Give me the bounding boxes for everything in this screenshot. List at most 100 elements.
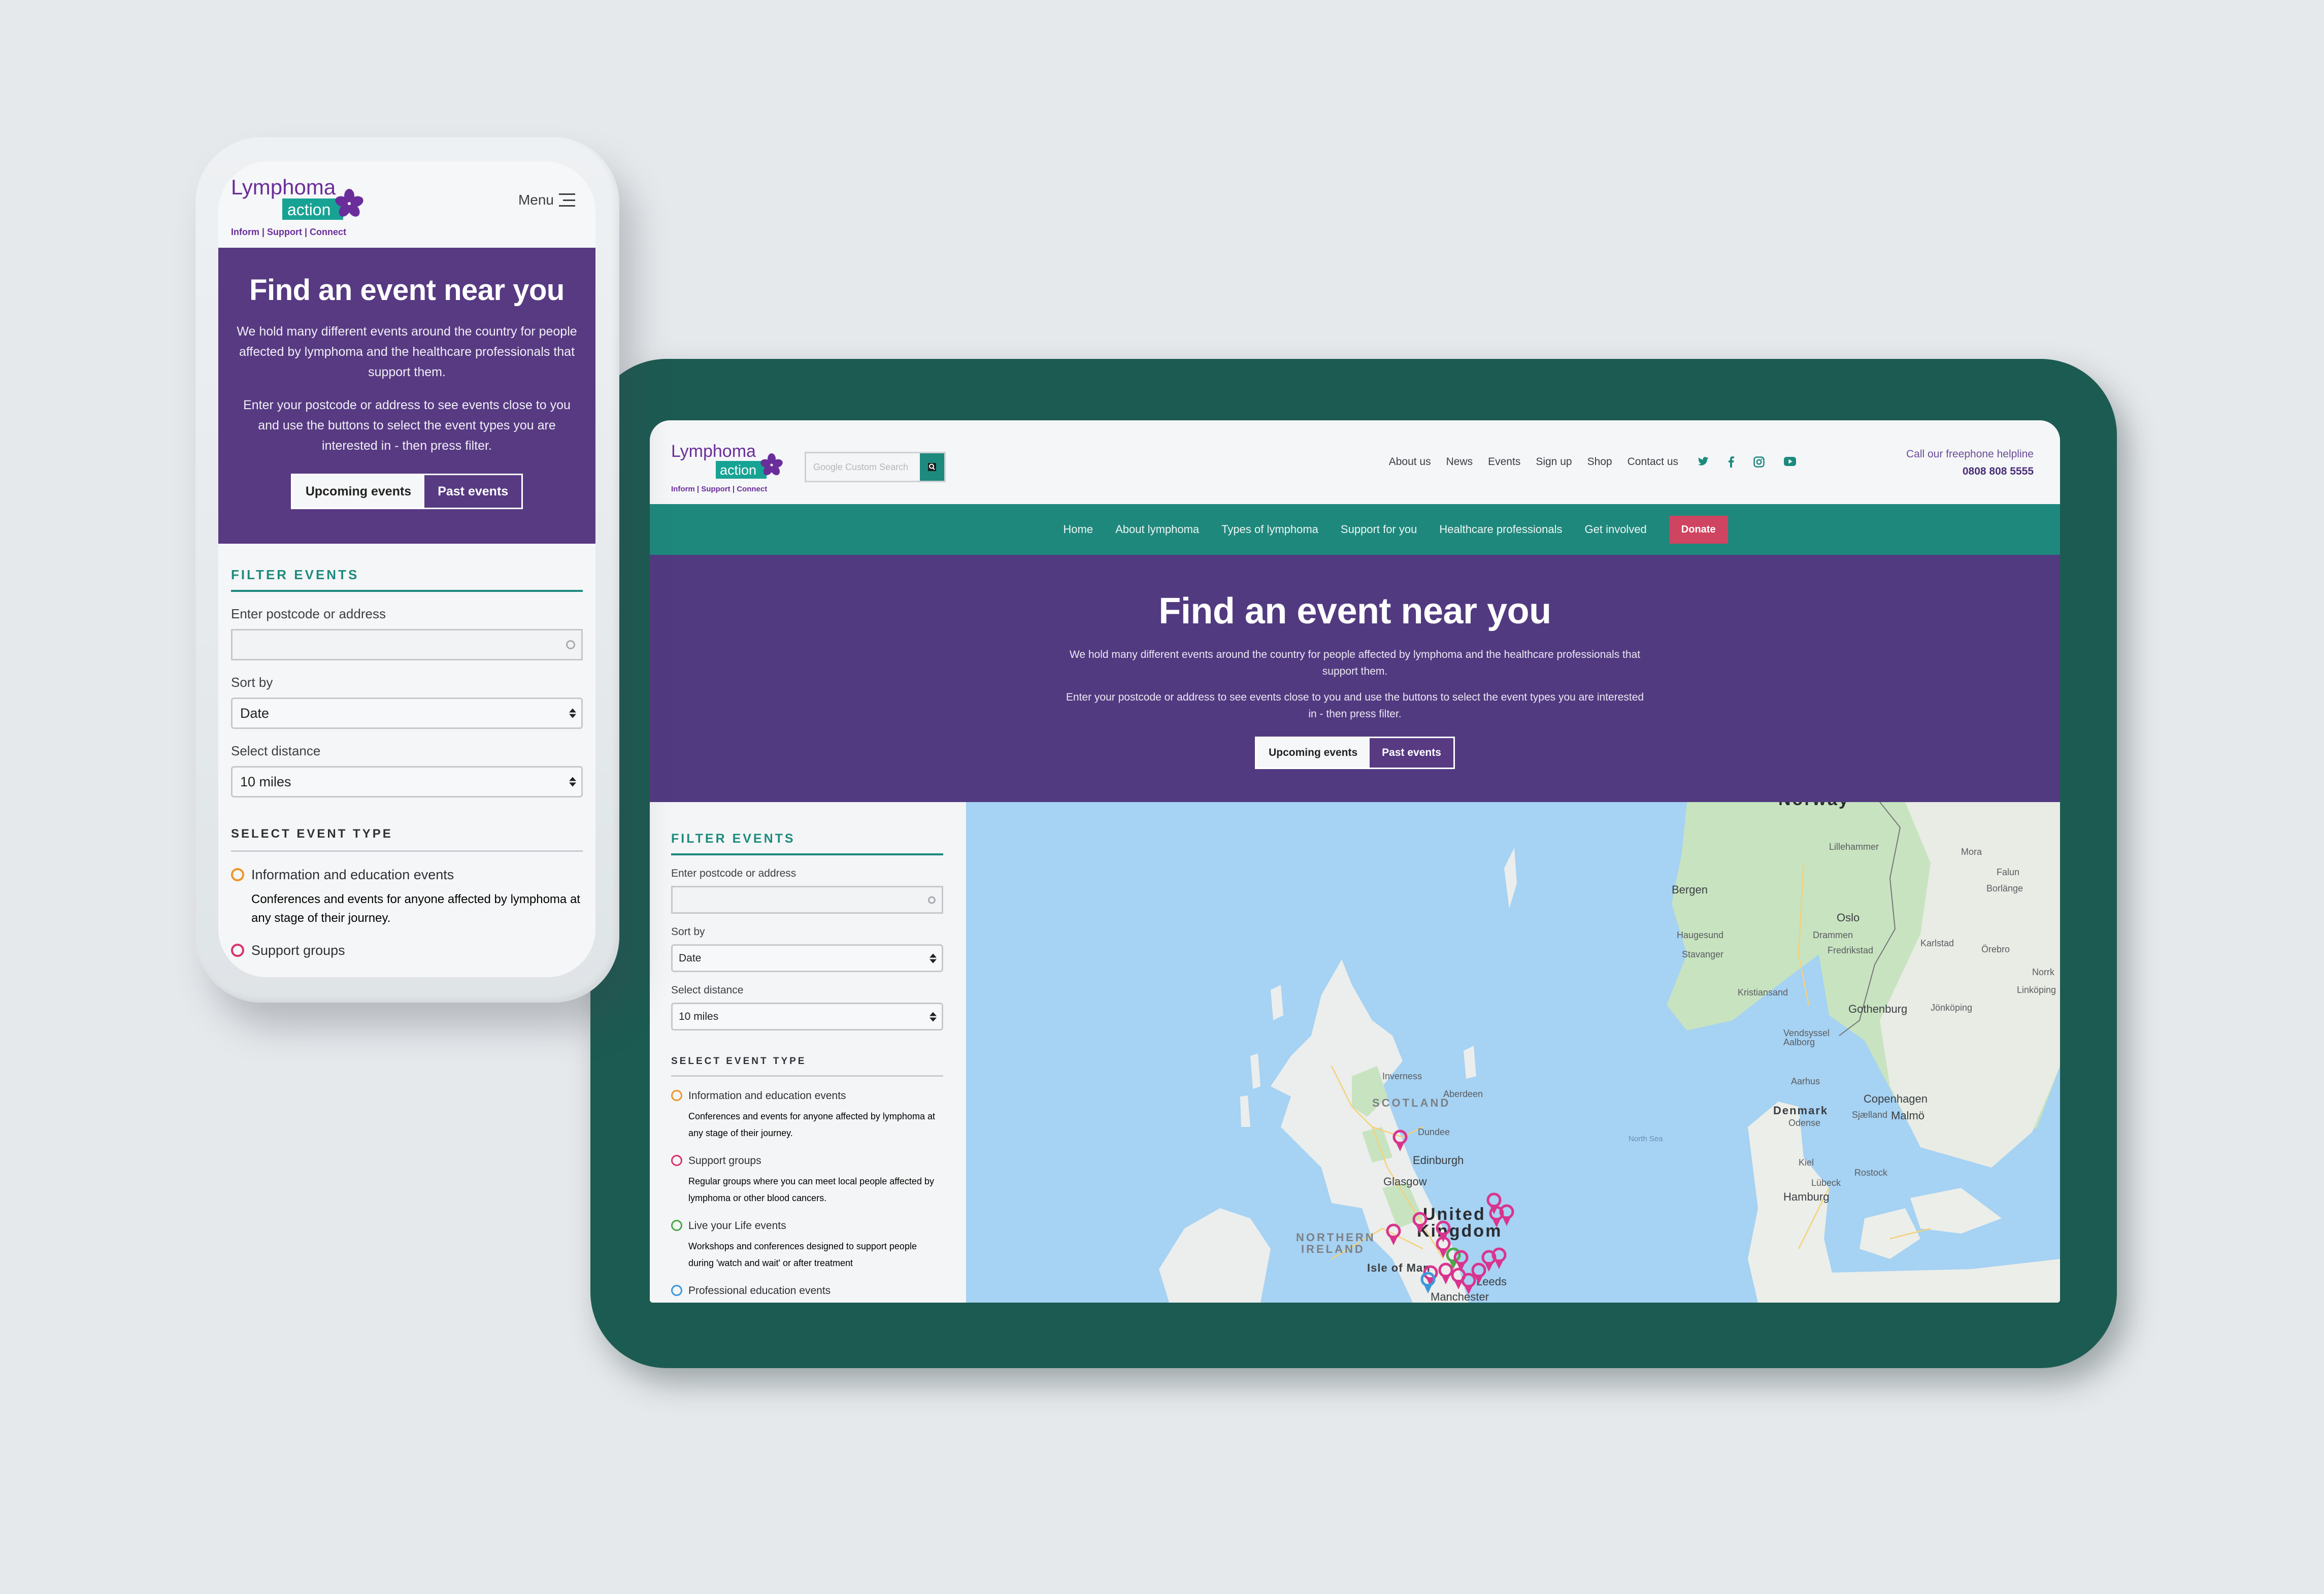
mobile-device-frame: Lymphoma action Inform | Support | Conne… — [195, 137, 619, 1003]
distance-value: 10 miles — [679, 1010, 719, 1022]
past-events-button[interactable]: Past events — [424, 475, 522, 508]
search-button[interactable] — [920, 453, 944, 481]
upcoming-events-button[interactable]: Upcoming events — [1256, 738, 1370, 768]
radio-icon[interactable] — [671, 1285, 682, 1296]
youtube-icon[interactable] — [1784, 456, 1796, 467]
map-pin-support[interactable] — [1459, 1272, 1478, 1296]
map-label-edinburgh: Edinburgh — [1413, 1154, 1464, 1167]
map-pin-professional[interactable] — [1419, 1271, 1437, 1294]
event-type-option[interactable]: Information and education events Confere… — [671, 1090, 943, 1142]
nav-support-for-you[interactable]: Support for you — [1341, 523, 1417, 536]
radio-icon[interactable] — [671, 1220, 682, 1231]
logo[interactable]: Lymphoma action Inform | Support | Conne… — [670, 441, 792, 499]
upcoming-events-button[interactable]: Upcoming events — [292, 475, 425, 508]
postcode-label: Enter postcode or address — [231, 606, 386, 621]
nav-types-of-lymphoma[interactable]: Types of lymphoma — [1221, 523, 1318, 536]
mobile-hero: Find an event near you We hold many diff… — [218, 248, 595, 544]
page-title: Find an event near you — [1158, 591, 1551, 632]
menu-button[interactable]: Menu — [518, 192, 575, 208]
mobile-header: Lymphoma action Inform | Support | Conne… — [218, 161, 595, 248]
utility-link-sign-up[interactable]: Sign up — [1536, 456, 1572, 468]
map-label-dundee: Dundee — [1418, 1127, 1450, 1137]
event-type-option[interactable]: Live your Life events Workshops and conf… — [671, 1220, 943, 1272]
map-label-haugesund: Haugesund — [1677, 930, 1724, 940]
map-land-shetland — [1464, 848, 1517, 1079]
map-label-stavanger: Stavanger — [1682, 949, 1724, 959]
event-type-name: Live your Life events — [688, 1220, 786, 1232]
event-type-desc: Conferences and events for anyone affect… — [251, 892, 580, 925]
nav-home[interactable]: Home — [1063, 523, 1093, 536]
map-label-karlstad: Karlstad — [1920, 938, 1954, 948]
map-label-bergen: Bergen — [1672, 883, 1708, 896]
sort-select[interactable]: Date — [231, 698, 583, 729]
utility-link-shop[interactable]: Shop — [1587, 456, 1612, 468]
map-pin-support[interactable] — [1490, 1247, 1508, 1270]
map-pin-support[interactable] — [1391, 1129, 1409, 1152]
twitter-icon[interactable] — [1698, 456, 1709, 467]
event-time-toggle: Upcoming events Past events — [1255, 737, 1455, 769]
event-type-name: Support groups — [251, 943, 345, 958]
sort-select[interactable]: Date — [671, 944, 943, 972]
map-pin-support[interactable] — [1487, 1205, 1506, 1228]
menu-label: Menu — [518, 192, 554, 208]
facebook-icon[interactable] — [1728, 456, 1734, 468]
map-label-linkoping: Linköping — [2017, 985, 2056, 995]
logo-wordmark: Lymphoma — [671, 442, 756, 461]
map-label-odense: Odense — [1788, 1118, 1821, 1128]
map-label-hamburg: Hamburg — [1783, 1190, 1830, 1203]
logo-tagline: Inform | Support | Connect — [671, 485, 767, 493]
map-label-north-sea: North Sea — [1629, 1135, 1663, 1143]
tablet-device-frame: Lymphoma action Inform | Support | Conne… — [590, 359, 2117, 1368]
map-label-borlange: Borlänge — [1986, 883, 2023, 893]
map-label-united: United — [1423, 1205, 1486, 1224]
map-pin-support[interactable] — [1384, 1223, 1403, 1246]
radio-icon[interactable] — [231, 868, 244, 881]
helpline-number[interactable]: 0808 808 5555 — [1906, 466, 2034, 478]
lymphoma-action-logo: Lymphoma action Inform | Support | Conne… — [231, 175, 363, 237]
map-base — [1159, 802, 2060, 1303]
postcode-label: Enter postcode or address — [671, 868, 796, 879]
map-label-norrkoping: Norrk — [2032, 967, 2054, 977]
postcode-input[interactable] — [231, 629, 583, 660]
utility-nav: About us News Events Sign up Shop Contac… — [1389, 456, 1796, 468]
radio-icon[interactable] — [671, 1090, 682, 1101]
utility-link-events[interactable]: Events — [1488, 456, 1520, 468]
event-type-option[interactable]: Support groups — [231, 943, 583, 958]
sort-label: Sort by — [671, 926, 705, 938]
utility-link-contact-us[interactable]: Contact us — [1628, 456, 1678, 468]
event-type-option[interactable]: Professional education events — [671, 1285, 943, 1297]
logo[interactable]: Lymphoma action Inform | Support | Conne… — [230, 174, 367, 243]
nav-healthcare-professionals[interactable]: Healthcare professionals — [1439, 523, 1562, 536]
map-label-fredrikstad: Fredrikstad — [1828, 945, 1874, 955]
events-map[interactable]: Norway Bergen Haugesund Stavanger Kristi… — [966, 802, 2060, 1303]
utility-link-news[interactable]: News — [1446, 456, 1473, 468]
select-arrows-icon — [569, 777, 576, 787]
map-land-ireland — [1159, 1208, 1271, 1303]
nav-get-involved[interactable]: Get involved — [1585, 523, 1647, 536]
sort-value: Date — [679, 952, 702, 964]
past-events-button[interactable]: Past events — [1370, 738, 1453, 768]
distance-select[interactable]: 10 miles — [671, 1003, 943, 1031]
nav-about-lymphoma[interactable]: About lymphoma — [1115, 523, 1199, 536]
hero-instructions: Enter your postcode or address to see ev… — [1066, 691, 1644, 720]
map-label-denmark: Denmark — [1773, 1104, 1829, 1117]
map-pin-support[interactable] — [1411, 1211, 1429, 1235]
map-label-sjaelland: Sjælland — [1852, 1110, 1888, 1120]
radio-icon[interactable] — [671, 1155, 682, 1166]
utility-link-about-us[interactable]: About us — [1389, 456, 1431, 468]
event-type-option[interactable]: Support groups Regular groups where you … — [671, 1155, 943, 1207]
donate-button[interactable]: Donate — [1669, 515, 1728, 544]
instagram-icon[interactable] — [1753, 456, 1765, 468]
distance-select[interactable]: 10 miles — [231, 766, 583, 798]
map-label-malmo: Malmö — [1891, 1109, 1925, 1122]
map-label-falun: Falun — [1997, 867, 2020, 877]
event-type-option[interactable]: Information and education events Confere… — [231, 867, 583, 927]
logo-action-text: action — [720, 462, 756, 478]
lymphoma-action-logo: Lymphoma action Inform | Support | Conne… — [671, 442, 783, 493]
map-label-lubeck: Lübeck — [1811, 1178, 1841, 1188]
map-label-rostock: Rostock — [1854, 1168, 1888, 1178]
postcode-input[interactable] — [671, 886, 943, 914]
logo-tagline: Inform | Support | Connect — [231, 227, 346, 237]
search-input[interactable]: Google Custom Search — [806, 453, 920, 481]
radio-icon[interactable] — [231, 944, 244, 957]
